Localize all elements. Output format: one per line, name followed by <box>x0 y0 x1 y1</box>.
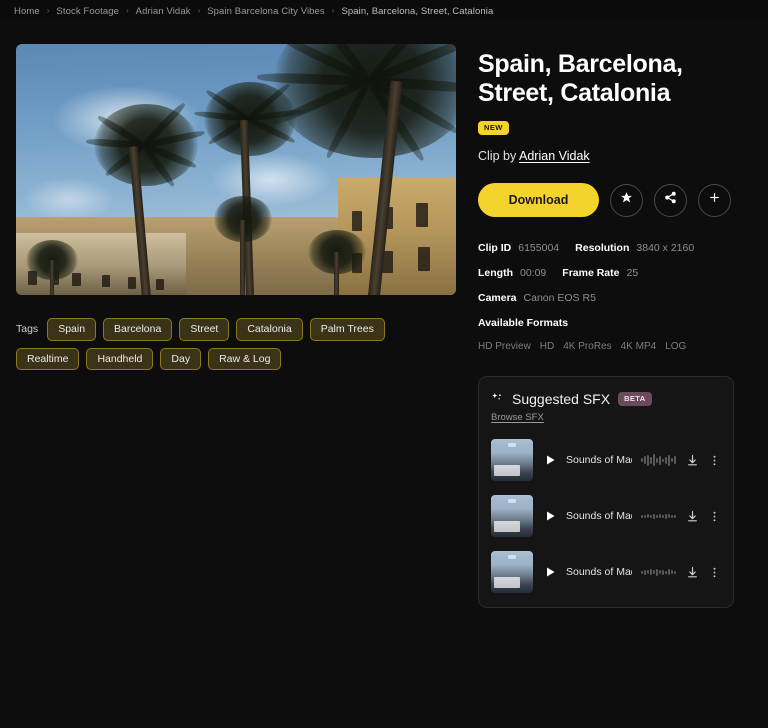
more-options-icon[interactable] <box>708 510 721 523</box>
meta-label-frame-rate: Frame Rate <box>562 267 620 279</box>
tag-realtime[interactable]: Realtime <box>16 347 80 370</box>
breadcrumb-item-author[interactable]: Adrian Vidak <box>136 6 191 17</box>
sfx-album-art <box>491 495 533 537</box>
format-4k-prores[interactable]: 4K ProRes <box>563 341 611 352</box>
suggested-sfx-panel: Suggested SFX BETA Browse SFX Sounds of … <box>478 376 734 608</box>
detail-column: Spain, Barcelona, Street, Catalonia NEW … <box>478 44 752 728</box>
action-bar: Download <box>478 183 752 217</box>
format-hd[interactable]: HD <box>540 341 554 352</box>
breadcrumb-item-stock-footage[interactable]: Stock Footage <box>56 6 119 17</box>
format-hd-preview[interactable]: HD Preview <box>478 341 531 352</box>
tag-day[interactable]: Day <box>160 347 202 370</box>
tag-barcelona[interactable]: Barcelona <box>103 318 173 341</box>
download-button[interactable]: Download <box>478 183 599 217</box>
beta-badge: BETA <box>618 392 652 406</box>
add-to-collection-button[interactable] <box>698 183 731 217</box>
format-log[interactable]: LOG <box>665 341 686 352</box>
plus-icon <box>708 191 721 209</box>
breadcrumb-separator: › <box>125 6 129 15</box>
author-link[interactable]: Adrian Vidak <box>519 149 590 163</box>
waveform <box>641 565 677 579</box>
metadata-row: Length 00:09 Frame Rate 25 <box>478 267 752 279</box>
status-badge-new: NEW <box>478 121 509 135</box>
tag-spain[interactable]: Spain <box>47 318 97 341</box>
more-options-icon[interactable] <box>708 566 721 579</box>
tag-raw-and-log[interactable]: Raw & Log <box>208 347 282 370</box>
share-button[interactable] <box>654 183 687 217</box>
breadcrumb-separator: › <box>197 6 201 15</box>
waveform <box>641 509 677 523</box>
metadata-row: Clip ID 6155004 Resolution 3840 x 2160 <box>478 242 752 254</box>
palm-tree-small-2 <box>304 230 370 295</box>
tags-label: Tags <box>16 323 39 336</box>
meta-label-camera: Camera <box>478 292 517 304</box>
star-icon <box>620 191 633 209</box>
page-body: Tags Spain Barcelona Street Catalonia Pa… <box>0 22 768 728</box>
share-icon <box>664 191 677 209</box>
sfx-album-art <box>491 551 533 593</box>
more-options-icon[interactable] <box>708 454 721 467</box>
meta-label-length: Length <box>478 267 513 279</box>
suggested-sfx-header: Suggested SFX BETA <box>491 391 721 407</box>
video-player[interactable] <box>16 44 456 295</box>
breadcrumb-separator: › <box>331 6 335 15</box>
sparkle-icon <box>491 392 504 407</box>
sfx-track-title: Sounds of Madrid <box>566 454 632 466</box>
sfx-album-art <box>491 439 533 481</box>
sfx-track-row[interactable]: Sounds of Madrid <box>491 551 721 593</box>
play-button[interactable] <box>542 453 557 468</box>
sfx-track-row[interactable]: Sounds of Madrid <box>491 439 721 481</box>
palm-tree-small-1 <box>208 196 278 295</box>
clip-by-label: Clip by <box>478 149 517 163</box>
browse-sfx-link[interactable]: Browse SFX <box>491 412 544 423</box>
format-4k-mp4[interactable]: 4K MP4 <box>621 341 657 352</box>
tag-catalonia[interactable]: Catalonia <box>236 318 303 341</box>
breadcrumb-item-collection[interactable]: Spain Barcelona City Vibes <box>207 6 325 17</box>
media-column: Tags Spain Barcelona Street Catalonia Pa… <box>16 44 456 728</box>
play-button[interactable] <box>542 509 557 524</box>
download-icon[interactable] <box>686 454 699 467</box>
tag-street[interactable]: Street <box>179 318 230 341</box>
meta-value-clip-id: 6155004 <box>518 242 560 254</box>
tag-palm-trees[interactable]: Palm Trees <box>309 318 385 341</box>
meta-value-resolution: 3840 x 2160 <box>636 242 695 254</box>
palm-tree-small-3 <box>24 240 82 295</box>
download-icon[interactable] <box>686 566 699 579</box>
play-button[interactable] <box>542 565 557 580</box>
metadata-section: Clip ID 6155004 Resolution 3840 x 2160 L… <box>478 242 752 304</box>
tags-section: Tags Spain Barcelona Street Catalonia Pa… <box>16 318 436 370</box>
sfx-track-title: Sounds of Madrid <box>566 566 632 578</box>
breadcrumb-item-current: Spain, Barcelona, Street, Catalonia <box>341 5 494 17</box>
meta-value-camera: Canon EOS R5 <box>523 292 596 304</box>
available-formats-title: Available Formats <box>478 317 569 329</box>
breadcrumb-item-home[interactable]: Home <box>14 6 40 17</box>
breadcrumb-separator: › <box>46 6 50 15</box>
suggested-sfx-title: Suggested SFX <box>512 391 611 407</box>
waveform <box>641 453 677 467</box>
metadata-row: Camera Canon EOS R5 <box>478 292 752 304</box>
breadcrumb: Home › Stock Footage › Adrian Vidak › Sp… <box>0 0 768 22</box>
meta-label-resolution: Resolution <box>575 242 630 254</box>
sfx-track-row[interactable]: Sounds of Madrid <box>491 495 721 537</box>
clip-author: Clip by Adrian Vidak <box>478 149 752 163</box>
palm-tree-left <box>85 101 208 295</box>
available-formats-list: HD Preview HD 4K ProRes 4K MP4 LOG <box>478 341 752 352</box>
favorite-button[interactable] <box>610 183 643 217</box>
meta-value-frame-rate: 25 <box>626 267 639 279</box>
page-title: Spain, Barcelona, Street, Catalonia <box>478 50 683 107</box>
sfx-track-title: Sounds of Madrid <box>566 510 632 522</box>
meta-label-clip-id: Clip ID <box>478 242 512 254</box>
meta-value-length: 00:09 <box>520 267 547 279</box>
download-icon[interactable] <box>686 510 699 523</box>
tag-handheld[interactable]: Handheld <box>86 347 154 370</box>
